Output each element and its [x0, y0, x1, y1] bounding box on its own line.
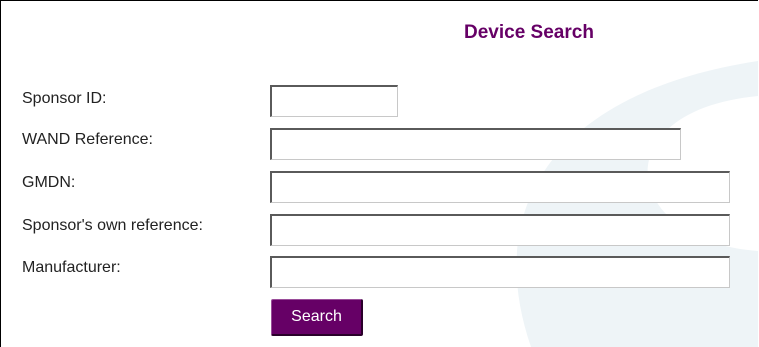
manufacturer-input[interactable]: [270, 256, 730, 288]
sponsor-own-reference-label: Sponsor's own reference:: [22, 217, 203, 234]
gmdn-input[interactable]: [270, 171, 730, 203]
sponsor-own-reference-input[interactable]: [270, 214, 730, 246]
wand-reference-input[interactable]: [270, 128, 681, 160]
sponsor-id-label: Sponsor ID:: [22, 90, 107, 107]
search-button[interactable]: Search: [271, 299, 363, 336]
sponsor-id-input[interactable]: [270, 85, 398, 117]
watermark-crescent-shape: [516, 61, 758, 347]
wand-reference-label: WAND Reference:: [22, 131, 153, 148]
device-search-panel: Device Search Sponsor ID: WAND Reference…: [0, 0, 758, 347]
gmdn-label: GMDN:: [22, 174, 76, 191]
manufacturer-label: Manufacturer:: [22, 259, 121, 276]
page-title: Device Search: [464, 22, 594, 43]
